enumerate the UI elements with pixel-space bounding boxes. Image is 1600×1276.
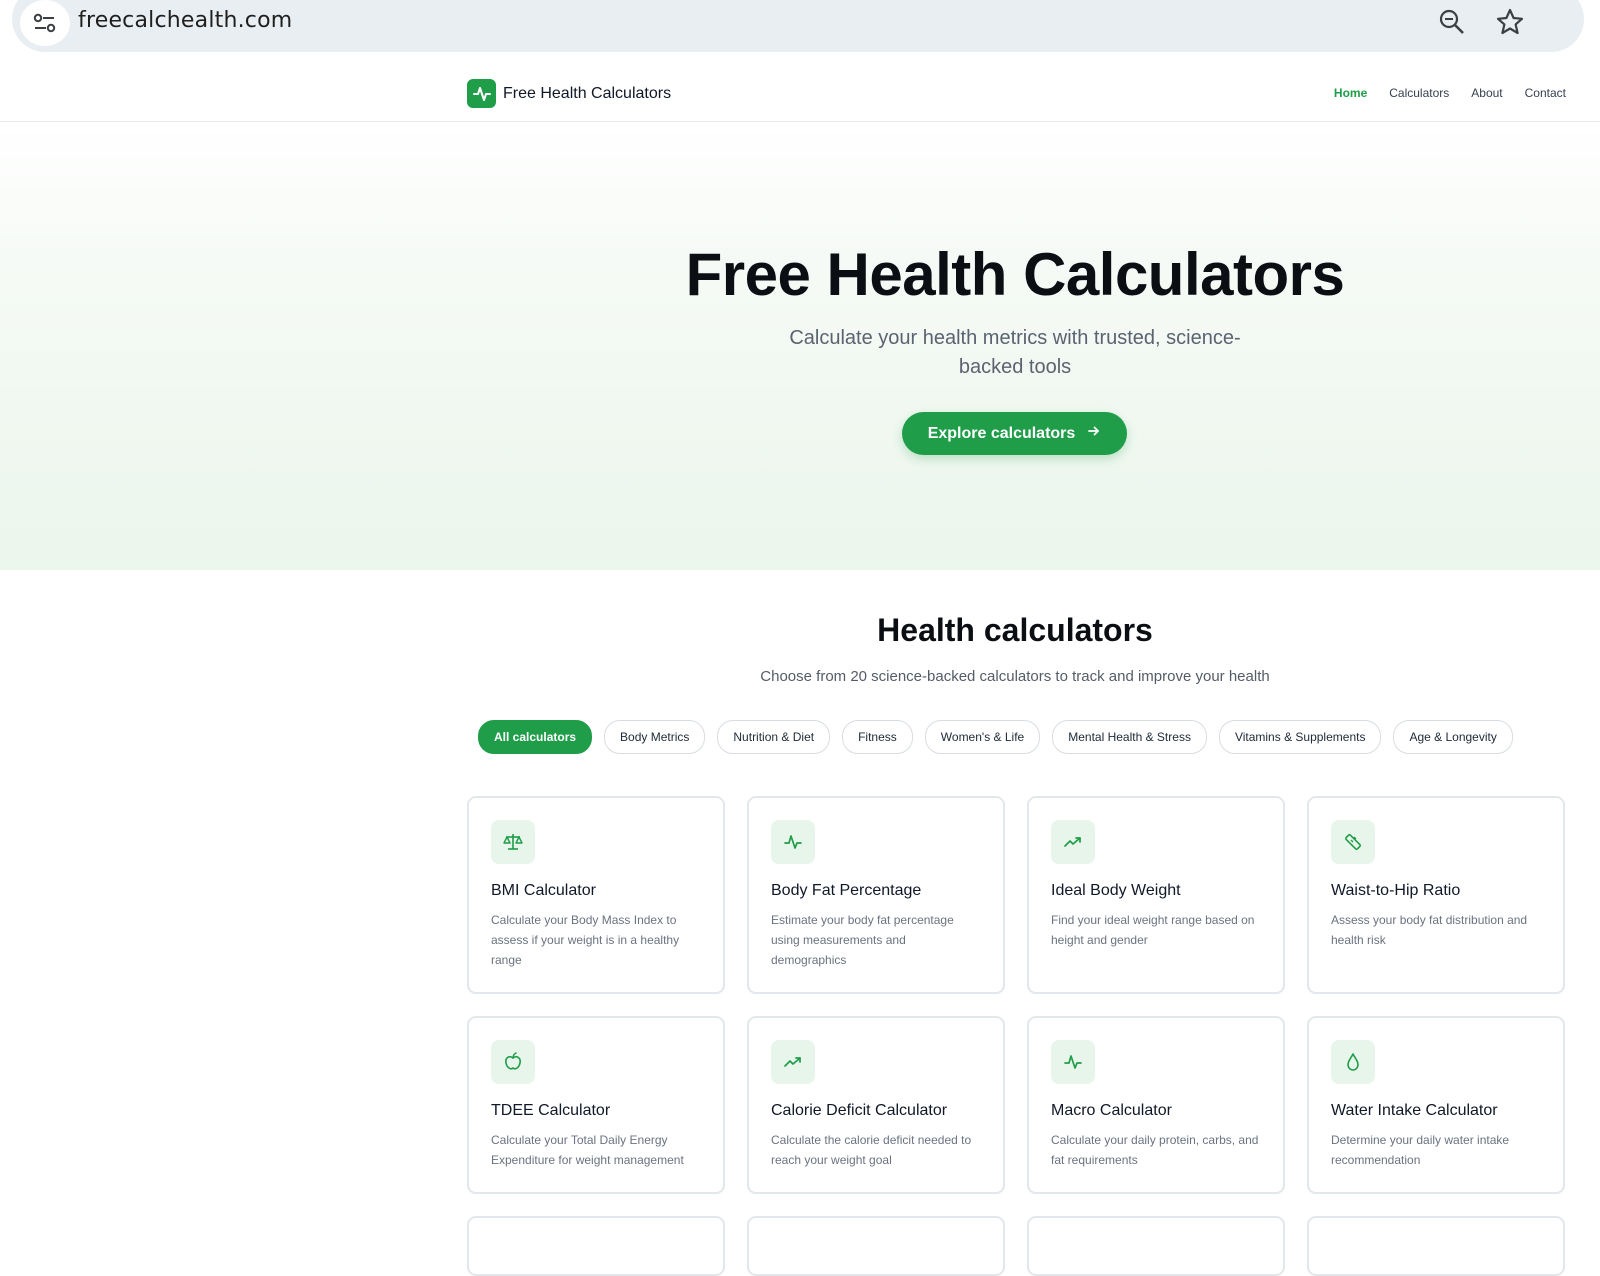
filter-age-longevity[interactable]: Age & Longevity <box>1393 720 1513 754</box>
browser-toolbar: freecalchealth.com <box>0 0 1600 65</box>
card-description: Calculate your Total Daily Energy Expend… <box>491 1133 684 1167</box>
card-description: Assess your body fat distribution and he… <box>1331 913 1528 947</box>
trending-up-icon <box>1051 820 1095 864</box>
main-nav: Home Calculators About Contact <box>1334 86 1566 100</box>
calculator-card-bmi[interactable]: BMI Calculator Calculate your Body Mass … <box>467 796 725 994</box>
site-header: Free Health Calculators Home Calculators… <box>0 64 1600 122</box>
hero-section: Free Health Calculators Calculate your h… <box>0 122 1600 570</box>
section-subtitle: Choose from 20 science-backed calculator… <box>760 668 1270 685</box>
activity-icon <box>1051 1040 1095 1084</box>
calculator-card-partial[interactable] <box>467 1216 725 1276</box>
calculator-card-partial[interactable] <box>1027 1216 1285 1276</box>
calculator-card-calorie-deficit[interactable]: Calorie Deficit Calculator Calculate the… <box>747 1016 1005 1194</box>
calculator-card-tdee[interactable]: TDEE Calculator Calculate your Total Dai… <box>467 1016 725 1194</box>
card-description: Estimate your body fat percentage using … <box>771 913 954 967</box>
hero-subtitle: Calculate your health metrics with trust… <box>789 327 1241 378</box>
hero-title: Free Health Calculators <box>685 241 1345 308</box>
card-title: Waist-to-Hip Ratio <box>1331 882 1461 899</box>
filter-all-calculators[interactable]: All calculators <box>478 720 593 754</box>
calculator-grid: BMI Calculator Calculate your Body Mass … <box>467 796 1565 1276</box>
calculator-card-partial[interactable] <box>1307 1216 1565 1276</box>
activity-icon <box>771 820 815 864</box>
card-description: Calculate your daily protein, carbs, and… <box>1051 1133 1259 1167</box>
droplet-icon <box>1331 1040 1375 1084</box>
section-title: Health calculators <box>877 612 1153 648</box>
site-info-icon[interactable] <box>20 0 70 46</box>
card-title: Calorie Deficit Calculator <box>771 1102 948 1119</box>
trending-up-icon <box>771 1040 815 1084</box>
card-title: Macro Calculator <box>1051 1102 1172 1119</box>
card-title: Body Fat Percentage <box>771 882 922 899</box>
card-description: Calculate your Body Mass Index to assess… <box>491 913 680 967</box>
scale-icon <box>491 820 535 864</box>
calculator-card-partial[interactable] <box>747 1216 1005 1276</box>
calculator-card-body-fat[interactable]: Body Fat Percentage Estimate your body f… <box>747 796 1005 994</box>
filter-womens-life[interactable]: Women's & Life <box>924 720 1041 754</box>
apple-icon <box>491 1040 535 1084</box>
url-text[interactable]: freecalchealth.com <box>78 8 292 33</box>
calculator-card-waist-hip[interactable]: Waist-to-Hip Ratio Assess your body fat … <box>1307 796 1565 994</box>
logo[interactable]: Free Health Calculators <box>467 79 671 108</box>
explore-calculators-button[interactable]: Explore calculators <box>902 412 1127 455</box>
category-filters: All calculators Body Metrics Nutrition &… <box>478 720 1513 754</box>
card-description: Find your ideal weight range based on he… <box>1051 913 1255 947</box>
arrow-right-icon <box>1087 424 1101 443</box>
nav-home[interactable]: Home <box>1334 86 1367 100</box>
filter-vitamins-supplements[interactable]: Vitamins & Supplements <box>1218 720 1382 754</box>
pulse-logo-icon <box>467 79 496 108</box>
card-title: Water Intake Calculator <box>1331 1102 1498 1119</box>
logo-text: Free Health Calculators <box>503 84 672 102</box>
card-title: Ideal Body Weight <box>1051 882 1181 899</box>
zoom-icon[interactable] <box>1434 4 1470 40</box>
calculator-card-macro[interactable]: Macro Calculator Calculate your daily pr… <box>1027 1016 1285 1194</box>
address-bar[interactable]: freecalchealth.com <box>12 0 1584 52</box>
ruler-icon <box>1331 820 1375 864</box>
card-title: BMI Calculator <box>491 882 596 899</box>
calculator-card-water-intake[interactable]: Water Intake Calculator Determine your d… <box>1307 1016 1565 1194</box>
card-description: Calculate the calorie deficit needed to … <box>771 1133 972 1167</box>
bookmark-star-icon[interactable] <box>1492 4 1528 40</box>
card-title: TDEE Calculator <box>491 1102 611 1119</box>
nav-calculators[interactable]: Calculators <box>1389 86 1449 100</box>
filter-body-metrics[interactable]: Body Metrics <box>604 720 706 754</box>
filter-fitness[interactable]: Fitness <box>842 720 913 754</box>
filter-mental-health-stress[interactable]: Mental Health & Stress <box>1052 720 1207 754</box>
explore-calculators-label: Explore calculators <box>927 424 1076 442</box>
card-description: Determine your daily water intake recomm… <box>1331 1133 1510 1167</box>
nav-about[interactable]: About <box>1471 86 1502 100</box>
calculator-card-ideal-weight[interactable]: Ideal Body Weight Find your ideal weight… <box>1027 796 1285 994</box>
nav-contact[interactable]: Contact <box>1525 86 1566 100</box>
filter-nutrition-diet[interactable]: Nutrition & Diet <box>717 720 831 754</box>
